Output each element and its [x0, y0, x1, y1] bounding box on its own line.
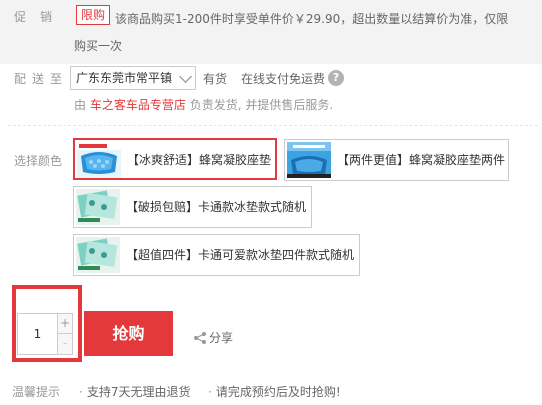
seller-suffix: 负责发货, 并提供售后服务. [189, 98, 334, 112]
delivery-label: 配送至 [14, 72, 69, 86]
chevron-down-icon [179, 70, 192, 83]
limit-purchase-tag: 限购 [76, 5, 111, 25]
share-button[interactable]: 分享 [193, 329, 233, 348]
tip-text: 支持7天无理由退货 [86, 385, 191, 399]
color-option-label: 【冰爽舒适】蜂窝凝胶座垫 [127, 153, 272, 167]
color-option-label: 【超值四件】卡通可爱款冰垫四件款式随机 [126, 248, 355, 262]
color-option-label: 【两件更值】蜂窝凝胶座垫两件 [337, 153, 506, 167]
tip-item: · 请完成预约后及时抢购! [208, 385, 341, 399]
divider [8, 125, 538, 126]
tips-label: 温馨提示 [12, 385, 61, 399]
promo-label: 促销 [14, 10, 67, 24]
product-thumbnail [287, 142, 331, 178]
tip-item: · 支持7天无理由退货 [79, 385, 191, 399]
color-option-cartoon-four[interactable]: 【超值四件】卡通可爱款冰垫四件款式随机 [73, 234, 360, 276]
share-label: 分享 [209, 331, 234, 345]
promo-text-continued: 购买一次 [74, 39, 123, 53]
promo-section: 促销 限购 该商品购买1-200件时享受单件价￥29.90，超出数量以结算价为准… [0, 0, 542, 64]
color-option-label: 【破损包赔】卡通款冰垫款式随机 [126, 200, 307, 214]
color-option-gel-pad-two[interactable]: 【两件更值】蜂窝凝胶座垫两件 [284, 139, 509, 181]
address-select[interactable]: 广东东莞市常平镇 [70, 66, 196, 90]
shipping-info: 在线支付免运费 [241, 72, 326, 86]
buy-now-button[interactable]: 抢购 [84, 311, 173, 356]
color-option-cartoon-pad[interactable]: 【破损包赔】卡通款冰垫款式随机 [73, 186, 312, 228]
seller-info: 由 车之客车品专营店 负责发货, 并提供售后服务. [74, 96, 333, 113]
quantity-input[interactable]: 1 [17, 313, 58, 355]
tip-text: 请完成预约后及时抢购! [215, 385, 341, 399]
product-thumbnail [77, 142, 121, 178]
quantity-increase-button[interactable]: + [57, 313, 73, 334]
promo-text: 该商品购买1-200件时享受单件价￥29.90，超出数量以结算价为准，仅限 [115, 12, 509, 26]
share-icon [193, 331, 207, 348]
color-option-cooling-gel-pad[interactable]: 【冰爽舒适】蜂窝凝胶座垫 [73, 138, 277, 180]
address-value: 广东东莞市常平镇 [76, 71, 173, 85]
quantity-decrease-button[interactable]: - [57, 333, 73, 355]
color-label: 选择颜色 [14, 154, 63, 168]
shop-link[interactable]: 车之客车品专营店 [90, 98, 186, 112]
question-circle-icon[interactable]: ? [328, 70, 344, 86]
product-thumbnail [76, 237, 120, 273]
stock-status: 有货 [203, 72, 228, 86]
product-thumbnail [76, 189, 120, 225]
seller-prefix: 由 [74, 98, 87, 112]
